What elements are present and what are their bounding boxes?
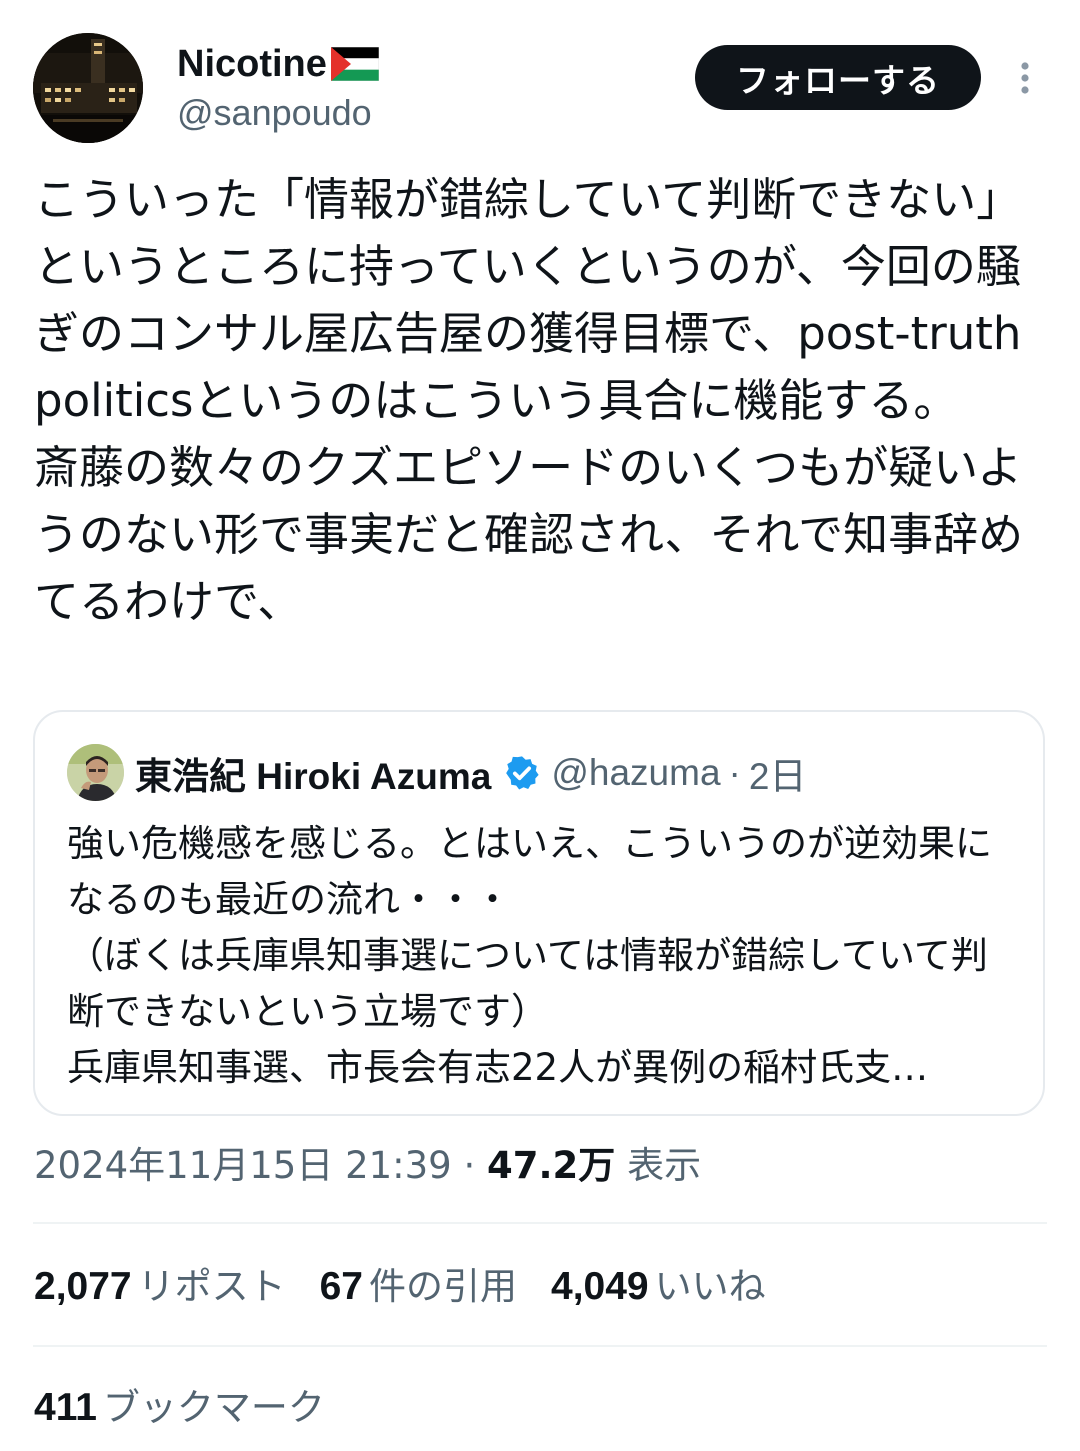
divider-bottom [33, 1345, 1047, 1347]
reposts-stat[interactable]: 2,077 リポスト [34, 1259, 286, 1315]
divider-top [33, 1222, 1047, 1224]
avatar-person-image [67, 744, 124, 801]
bookmarks-stat[interactable]: 411 ブックマーク [34, 1380, 325, 1436]
follow-button[interactable]: フォローする [695, 45, 981, 110]
quote-time-ago[interactable]: 2日 [749, 746, 807, 800]
quote-author-avatar[interactable] [67, 744, 124, 801]
author-name-text: Nicotine [177, 43, 327, 85]
author-avatar[interactable] [33, 33, 143, 143]
tweet-text: こういった「情報が錯綜していて判断できない」というところに持っていくというのが、… [34, 173, 1024, 628]
quote-text: 強い危機感を感じる。とはいえ、こういうのが逆効果になるのも最近の流れ・・・ （ぼ… [67, 816, 1017, 1096]
quotes-stat[interactable]: 67 件の引用 [320, 1259, 517, 1315]
quoted-tweet-card[interactable]: 東浩紀 Hiroki Azuma @hazuma · 2日 強い危機感を感じる。… [33, 710, 1045, 1116]
tweet-timestamp-row: 2024年11月15日 21:39 · 47.2万 表示 [34, 1138, 701, 1194]
author-handle[interactable]: @sanpoudo [177, 90, 372, 136]
quote-text-truncated-line: 兵庫県知事選、市長会有志22人が異例の稲村氏支… [67, 1046, 929, 1089]
views-label: 表示 [627, 1144, 702, 1187]
reposts-count: 2,077 [34, 1265, 132, 1308]
reposts-label: リポスト [137, 1265, 286, 1308]
quote-text-body: 強い危機感を感じる。とはいえ、こういうのが逆効果になるのも最近の流れ・・・ （ぼ… [67, 822, 992, 1033]
bookmarks-count: 411 [34, 1386, 97, 1429]
bookmarks-label: ブックマーク [102, 1386, 325, 1429]
quotes-count: 67 [319, 1265, 363, 1308]
verified-badge-icon [506, 755, 539, 789]
likes-label: いいね [654, 1265, 766, 1308]
quote-author-name[interactable]: 東浩紀 Hiroki Azuma [135, 746, 491, 800]
quote-header: 東浩紀 Hiroki Azuma @hazuma · 2日 [135, 744, 806, 801]
quotes-label: 件の引用 [369, 1265, 517, 1308]
quote-meta-separator: · [728, 751, 741, 793]
timestamp-separator: · [463, 1144, 476, 1187]
bookmarks-row: 411 ブックマーク [34, 1380, 359, 1436]
avatar-night-building-image [33, 33, 143, 143]
author-display-name[interactable]: Nicotine [177, 40, 379, 88]
more-vertical-icon[interactable] [1010, 58, 1040, 98]
quote-author-handle[interactable]: @hazuma [551, 752, 720, 794]
likes-stat[interactable]: 4,049 いいね [551, 1259, 766, 1315]
tweet-timestamp[interactable]: 2024年11月15日 21:39 [34, 1144, 452, 1187]
palestine-flag-icon [330, 47, 379, 81]
views-count: 47.2万 [487, 1144, 616, 1187]
likes-count: 4,049 [551, 1265, 649, 1308]
engagement-stats-row: 2,077 リポスト 67 件の引用 4,049 いいね [34, 1259, 800, 1315]
